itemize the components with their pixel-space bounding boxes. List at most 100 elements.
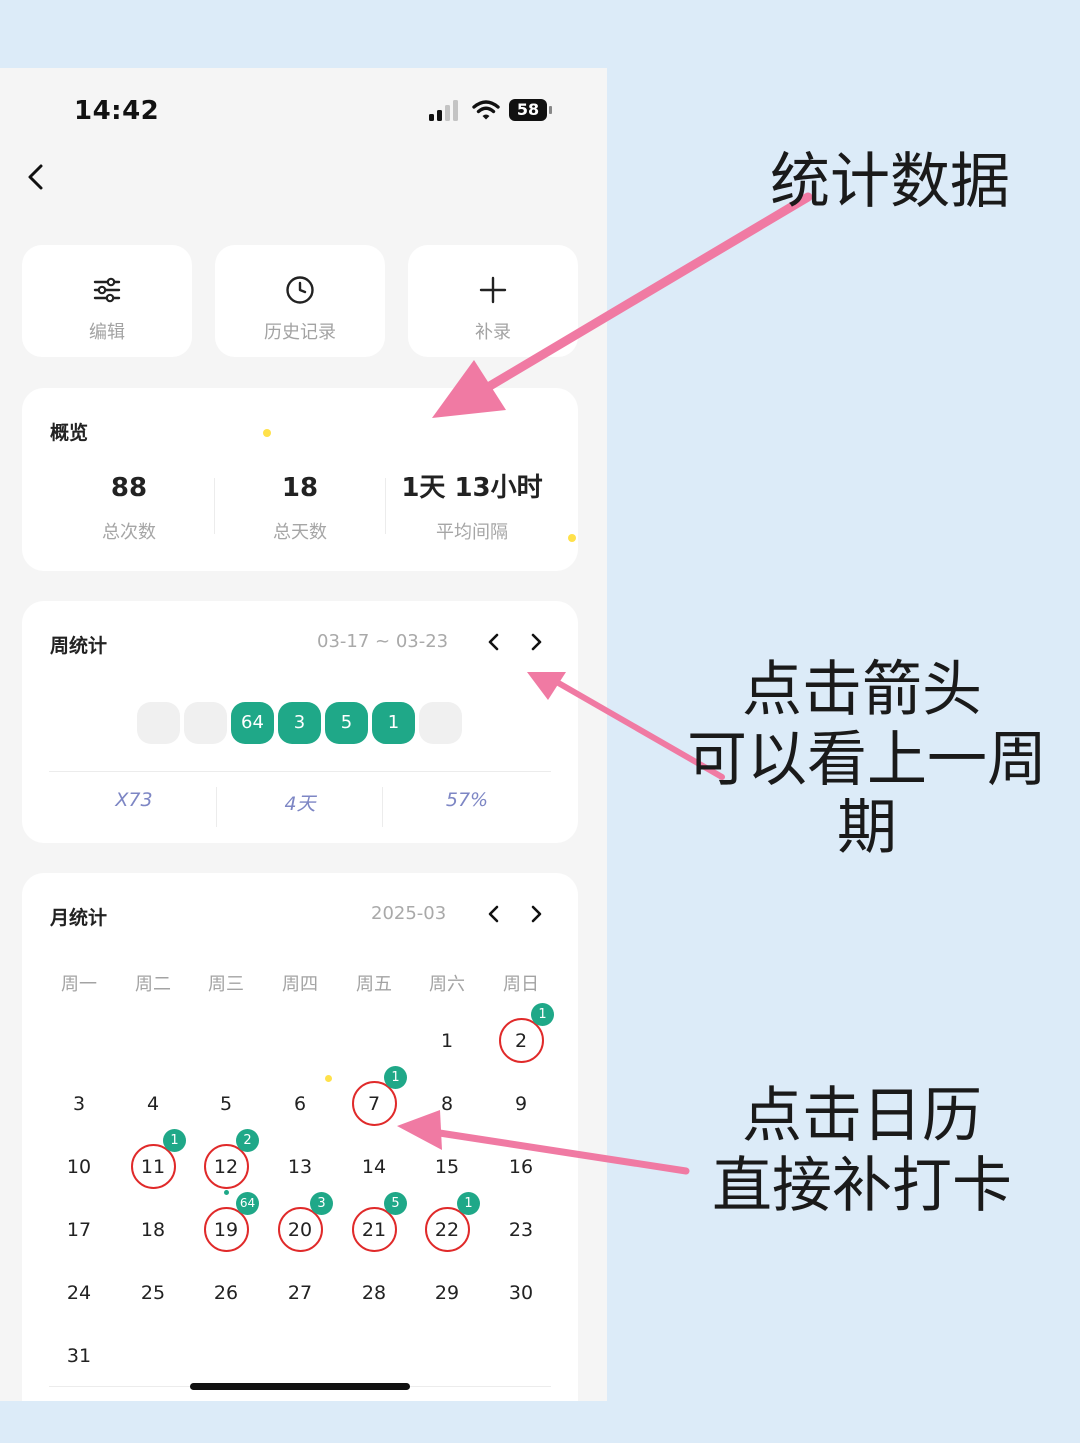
calendar-day-number: 20 bbox=[287, 1219, 313, 1241]
add-record-label: 补录 bbox=[475, 322, 511, 343]
calendar-day-number: 29 bbox=[434, 1282, 460, 1304]
stat-value: 1天 13小时 bbox=[401, 473, 543, 503]
calendar-day[interactable]: 5 bbox=[201, 1082, 251, 1126]
calendar-day[interactable]: 16 bbox=[496, 1145, 546, 1189]
decorative-dot bbox=[568, 534, 576, 542]
prev-week-chevron-icon[interactable] bbox=[481, 629, 507, 655]
stat-label: 平均间隔 bbox=[436, 522, 508, 543]
calendar-day-number: 3 bbox=[72, 1093, 86, 1115]
calendar-day[interactable]: 3 bbox=[54, 1082, 104, 1126]
week-day-pill[interactable] bbox=[137, 702, 180, 744]
stat-value: 88 bbox=[110, 473, 148, 503]
history-label: 历史记录 bbox=[264, 322, 336, 343]
calendar-day-number: 21 bbox=[361, 1219, 387, 1241]
calendar-day[interactable]: 12 2 bbox=[201, 1129, 259, 1189]
weekday-header: 周三 bbox=[208, 974, 244, 995]
stat-value: 18 bbox=[281, 473, 319, 503]
signal-icon bbox=[429, 100, 458, 121]
calendar-day[interactable]: 17 bbox=[54, 1208, 104, 1252]
calendar-day[interactable]: 19 64 bbox=[201, 1192, 259, 1252]
calendar-day[interactable]: 15 bbox=[422, 1145, 472, 1189]
calendar-day-number: 8 bbox=[440, 1093, 454, 1115]
weekday-header: 周日 bbox=[503, 974, 539, 995]
calendar-day[interactable]: 13 bbox=[275, 1145, 325, 1189]
calendar-day-number: 7 bbox=[367, 1093, 381, 1115]
calendar-day[interactable]: 1 bbox=[422, 1019, 472, 1063]
calendar-day[interactable]: 6 bbox=[275, 1082, 325, 1126]
edit-button[interactable]: 编辑 bbox=[22, 245, 192, 357]
wifi-icon bbox=[472, 100, 500, 120]
calendar-day[interactable]: 20 3 bbox=[275, 1192, 333, 1252]
stat-label: 总次数 bbox=[102, 522, 156, 543]
calendar-day[interactable]: 28 bbox=[349, 1271, 399, 1315]
calendar-day-number: 19 bbox=[213, 1219, 239, 1241]
history-button[interactable]: 历史记录 bbox=[215, 245, 385, 357]
prev-month-chevron-icon[interactable] bbox=[481, 901, 507, 927]
calendar-day-number: 6 bbox=[293, 1093, 307, 1115]
battery-icon: 58 bbox=[509, 99, 547, 121]
calendar-day-number: 4 bbox=[146, 1093, 160, 1115]
weekday-header: 周六 bbox=[429, 974, 465, 995]
weekday-header: 周四 bbox=[282, 974, 318, 995]
calendar-day[interactable]: 14 bbox=[349, 1145, 399, 1189]
calendar-day[interactable]: 30 bbox=[496, 1271, 546, 1315]
calendar-day-number: 1 bbox=[440, 1030, 454, 1052]
calendar-day[interactable]: 26 bbox=[201, 1271, 251, 1315]
week-day-pill[interactable] bbox=[184, 702, 227, 744]
plus-icon bbox=[479, 276, 507, 304]
weekday-header: 周一 bbox=[61, 974, 97, 995]
week-day-pill[interactable]: 3 bbox=[278, 702, 321, 744]
calendar-day[interactable]: 23 bbox=[496, 1208, 546, 1252]
status-icons: 58 bbox=[428, 98, 558, 124]
home-indicator bbox=[190, 1383, 410, 1390]
calendar-day[interactable]: 11 1 bbox=[128, 1129, 186, 1189]
week-day-pill[interactable]: 64 bbox=[231, 702, 274, 744]
calendar-day[interactable]: 24 bbox=[54, 1271, 104, 1315]
calendar-count-badge: 64 bbox=[236, 1192, 259, 1215]
annotation-calendar-line1: 点击日历 bbox=[742, 1081, 982, 1151]
add-record-button[interactable]: 补录 bbox=[408, 245, 578, 357]
next-week-chevron-icon[interactable] bbox=[523, 629, 549, 655]
calendar-day[interactable]: 71 bbox=[349, 1066, 407, 1126]
back-chevron-icon[interactable] bbox=[22, 160, 52, 194]
calendar-day-number: 18 bbox=[140, 1219, 166, 1241]
calendar-day[interactable]: 29 bbox=[422, 1271, 472, 1315]
calendar-count-badge: 1 bbox=[384, 1066, 407, 1089]
calendar-day-number: 2 bbox=[514, 1030, 528, 1052]
calendar-day[interactable]: 27 bbox=[275, 1271, 325, 1315]
next-month-chevron-icon[interactable] bbox=[523, 901, 549, 927]
calendar-day-number: 27 bbox=[287, 1282, 313, 1304]
calendar-day-number: 9 bbox=[514, 1093, 528, 1115]
calendar-day[interactable]: 22 1 bbox=[422, 1192, 480, 1252]
calendar-count-badge: 2 bbox=[236, 1129, 259, 1152]
calendar-day[interactable]: 18 bbox=[128, 1208, 178, 1252]
calendar-day-number: 25 bbox=[140, 1282, 166, 1304]
week-day-pill[interactable]: 5 bbox=[325, 702, 368, 744]
status-time: 14:42 bbox=[74, 96, 160, 126]
calendar-count-badge: 1 bbox=[531, 1003, 554, 1026]
calendar-day[interactable]: 8 bbox=[422, 1082, 472, 1126]
week-day-pill[interactable] bbox=[419, 702, 462, 744]
calendar-day[interactable]: 21 5 bbox=[349, 1192, 407, 1252]
calendar-day[interactable]: 25 bbox=[128, 1271, 178, 1315]
calendar-day[interactable]: 4 bbox=[128, 1082, 178, 1126]
calendar-day-number: 24 bbox=[66, 1282, 92, 1304]
week-range: 03-17 ~ 03-23 bbox=[317, 631, 449, 652]
calendar-day-number: 30 bbox=[508, 1282, 534, 1304]
stat-total-count: 88 总次数 bbox=[39, 468, 219, 544]
annotation-stats: 统计数据 bbox=[770, 147, 1010, 217]
week-summary-days: 4天 bbox=[284, 793, 316, 815]
calendar-day-number: 22 bbox=[434, 1219, 460, 1241]
calendar-day-number: 16 bbox=[508, 1156, 534, 1178]
calendar-day[interactable]: 31 bbox=[54, 1334, 104, 1378]
calendar-count-badge: 3 bbox=[310, 1192, 333, 1215]
week-day-pill[interactable]: 1 bbox=[372, 702, 415, 744]
weekday-header: 周二 bbox=[135, 974, 171, 995]
calendar-day-number: 10 bbox=[66, 1156, 92, 1178]
calendar-day[interactable]: 9 bbox=[496, 1082, 546, 1126]
month-label: 2025-03 bbox=[371, 903, 447, 924]
annotation-arrow-line1: 点击箭头 bbox=[742, 655, 982, 725]
calendar-day[interactable]: 21 bbox=[496, 1003, 554, 1063]
calendar-day[interactable]: 10 bbox=[54, 1145, 104, 1189]
stat-average-interval: 1天 13小时 平均间隔 bbox=[382, 468, 562, 544]
